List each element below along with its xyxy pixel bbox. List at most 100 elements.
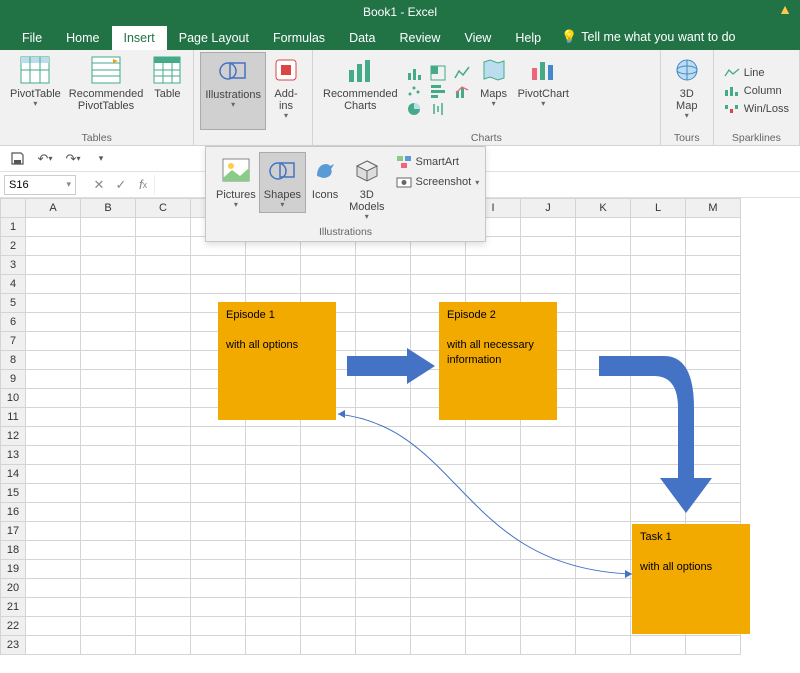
sparkline-column-button[interactable]: Column (720, 82, 793, 100)
cell[interactable] (631, 275, 686, 294)
cell[interactable] (521, 275, 576, 294)
shapes-button[interactable]: Shapes ▾ (259, 152, 306, 213)
line-chart-icon[interactable] (454, 65, 470, 81)
cell[interactable] (26, 313, 81, 332)
cell[interactable] (81, 427, 136, 446)
tab-view[interactable]: View (452, 26, 503, 50)
cell[interactable] (576, 636, 631, 655)
cell[interactable] (191, 636, 246, 655)
cell[interactable] (246, 636, 301, 655)
row-header[interactable]: 17 (1, 522, 26, 541)
shape-episode-2[interactable]: Episode 2 with all necessary information (439, 302, 557, 420)
cell[interactable] (26, 427, 81, 446)
cell[interactable] (356, 294, 411, 313)
cell[interactable] (246, 484, 301, 503)
cell[interactable] (191, 484, 246, 503)
pictures-button[interactable]: Pictures ▾ (212, 153, 260, 212)
cell[interactable] (411, 598, 466, 617)
row-header[interactable]: 5 (1, 294, 26, 313)
cell[interactable] (576, 294, 631, 313)
cell[interactable] (136, 218, 191, 237)
cell[interactable] (81, 389, 136, 408)
row-header[interactable]: 22 (1, 617, 26, 636)
cell[interactable] (191, 465, 246, 484)
cell[interactable] (246, 598, 301, 617)
cell[interactable] (26, 294, 81, 313)
tab-page-layout[interactable]: Page Layout (167, 26, 261, 50)
cell[interactable] (136, 389, 191, 408)
row-header[interactable]: 10 (1, 389, 26, 408)
row-header[interactable]: 11 (1, 408, 26, 427)
tab-insert[interactable]: Insert (112, 26, 167, 50)
bar-chart-icon[interactable] (430, 83, 446, 99)
cell[interactable] (26, 503, 81, 522)
row-header[interactable]: 4 (1, 275, 26, 294)
cell[interactable] (26, 446, 81, 465)
cell[interactable] (686, 218, 741, 237)
column-header[interactable]: B (81, 199, 136, 218)
cell[interactable] (301, 256, 356, 275)
tab-review[interactable]: Review (387, 26, 452, 50)
cell[interactable] (356, 313, 411, 332)
cell[interactable] (81, 408, 136, 427)
cell[interactable] (81, 636, 136, 655)
cell[interactable] (81, 598, 136, 617)
maps-button[interactable]: Maps ▾ (474, 52, 514, 130)
cell[interactable] (26, 465, 81, 484)
cell[interactable] (26, 522, 81, 541)
cell[interactable] (81, 218, 136, 237)
cell[interactable] (191, 503, 246, 522)
cell[interactable] (686, 237, 741, 256)
hierarchy-chart-icon[interactable] (430, 65, 446, 81)
cell[interactable] (136, 465, 191, 484)
cell[interactable] (26, 598, 81, 617)
cell[interactable] (576, 256, 631, 275)
cell[interactable] (466, 617, 521, 636)
addins-button[interactable]: Add- ins ▾ (266, 52, 306, 130)
cell[interactable] (81, 332, 136, 351)
column-header[interactable]: C (136, 199, 191, 218)
tab-home[interactable]: Home (54, 26, 111, 50)
cell[interactable] (26, 332, 81, 351)
cell[interactable] (466, 598, 521, 617)
name-box[interactable]: S16 ▾ (4, 175, 76, 195)
cell[interactable] (136, 370, 191, 389)
cell[interactable] (521, 598, 576, 617)
cell[interactable] (246, 579, 301, 598)
save-button[interactable] (6, 148, 28, 170)
cell[interactable] (26, 541, 81, 560)
cell[interactable] (411, 636, 466, 655)
cell[interactable] (81, 370, 136, 389)
cell[interactable] (246, 522, 301, 541)
illustrations-button[interactable]: Illustrations ▾ (200, 52, 266, 130)
cell[interactable] (631, 256, 686, 275)
cell[interactable] (136, 237, 191, 256)
shape-task-1[interactable]: Task 1 with all options (632, 524, 750, 634)
row-header[interactable]: 2 (1, 237, 26, 256)
cell[interactable] (26, 218, 81, 237)
cell[interactable] (246, 446, 301, 465)
cell[interactable] (576, 617, 631, 636)
cell[interactable] (81, 446, 136, 465)
cell[interactable] (81, 522, 136, 541)
cell[interactable] (26, 389, 81, 408)
cell[interactable] (356, 275, 411, 294)
cell[interactable] (521, 617, 576, 636)
arrow-right-1[interactable] (345, 346, 437, 386)
smartart-button[interactable]: SmartArt (393, 153, 483, 171)
cell[interactable] (521, 636, 576, 655)
cell[interactable] (81, 617, 136, 636)
cell[interactable] (191, 275, 246, 294)
connector-curve[interactable] (332, 408, 642, 588)
row-header[interactable]: 7 (1, 332, 26, 351)
shape-episode-1[interactable]: Episode 1 with all options (218, 302, 336, 420)
row-header[interactable]: 19 (1, 560, 26, 579)
cell[interactable] (136, 617, 191, 636)
cell[interactable] (136, 579, 191, 598)
cell[interactable] (136, 598, 191, 617)
cell[interactable] (356, 617, 411, 636)
cell[interactable] (686, 313, 741, 332)
cell[interactable] (686, 256, 741, 275)
cell[interactable] (576, 598, 631, 617)
cell[interactable] (136, 522, 191, 541)
